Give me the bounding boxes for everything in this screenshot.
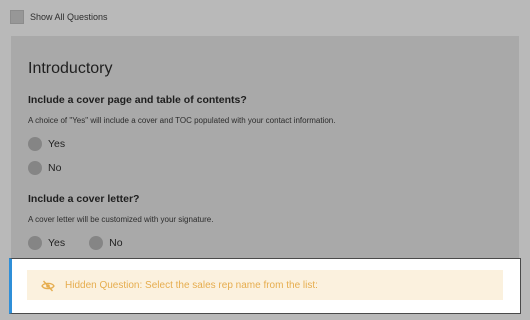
- hidden-question-panel[interactable]: Hidden Question: Select the sales rep na…: [9, 258, 521, 314]
- radio-button-no[interactable]: [89, 236, 104, 250]
- radio-label: Yes: [48, 138, 66, 150]
- radio-button[interactable]: [28, 137, 42, 151]
- show-all-questions-label[interactable]: Show All Questions: [30, 12, 108, 22]
- eye-slash-icon: [41, 279, 55, 292]
- question-title: Include a cover letter?: [28, 193, 140, 205]
- radio-option-yes[interactable]: Yes: [28, 137, 65, 151]
- section-title: Introductory: [28, 60, 113, 77]
- radio-group: Yes No: [28, 236, 123, 250]
- questionnaire-card: Introductory Include a cover page and ta…: [11, 36, 519, 266]
- show-all-questions-checkbox[interactable]: [10, 10, 24, 24]
- radio-label: No: [48, 162, 62, 174]
- radio-label[interactable]: No: [109, 237, 122, 249]
- toolbar: Show All Questions: [0, 0, 530, 34]
- question-title: Include a cover page and table of conten…: [28, 94, 247, 106]
- radio-button-yes[interactable]: [28, 236, 42, 250]
- question-description: A choice of "Yes" will include a cover a…: [28, 116, 336, 125]
- radio-option-no[interactable]: No: [28, 161, 61, 175]
- radio-button[interactable]: [28, 161, 42, 175]
- hidden-question-banner: Hidden Question: Select the sales rep na…: [27, 270, 503, 300]
- radio-label[interactable]: Yes: [48, 237, 65, 249]
- hidden-question-text: Hidden Question: Select the sales rep na…: [65, 279, 318, 291]
- question-description: A cover letter will be customized with y…: [28, 215, 214, 224]
